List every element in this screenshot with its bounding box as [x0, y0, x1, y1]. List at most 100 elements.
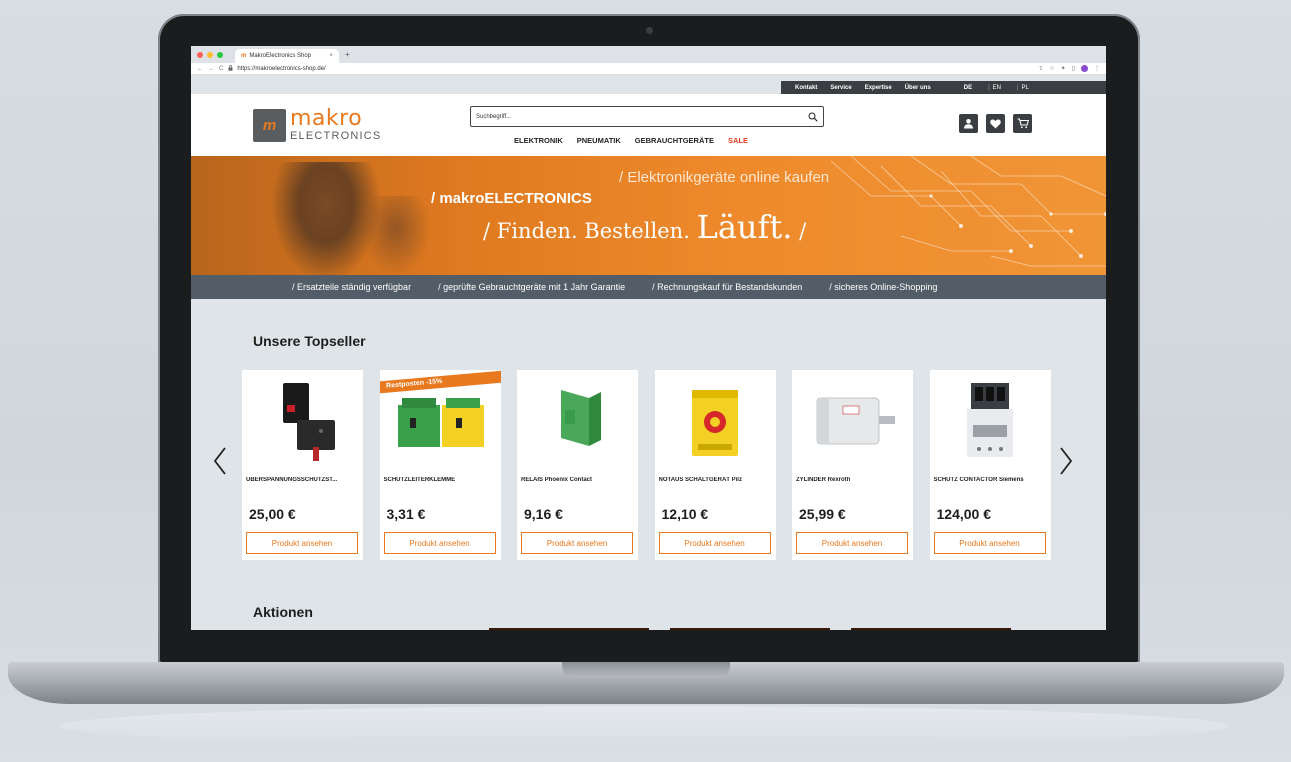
product-card[interactable]: SCHÜTZ CONTACTOR Siemens 124,00 € Produk…	[929, 370, 1051, 560]
view-product-button[interactable]: Produkt ansehen	[246, 532, 358, 554]
contactor-icon	[967, 383, 1013, 457]
product-card[interactable]: Restposten -15% SCHUTZLEITERKLEMME 3,31 …	[379, 370, 501, 560]
bookmark-star-icon[interactable]: ☆	[1049, 65, 1054, 72]
util-link-ueber-uns[interactable]: Über uns	[905, 85, 931, 91]
back-icon[interactable]: ←	[197, 66, 203, 72]
site-header: m makro ELECTRONICS Suchbegriff... ELEKT…	[191, 94, 1106, 156]
search-placeholder: Suchbegriff...	[476, 113, 512, 120]
hero-claim-suffix: /	[799, 219, 807, 243]
browser-menu-icon[interactable]: ⋮	[1094, 65, 1100, 72]
circuit-graphic	[830, 156, 1106, 267]
search-icon[interactable]	[808, 112, 818, 122]
header-actions	[959, 114, 1032, 133]
product-name[interactable]: SCHUTZLEITERKLEMME	[384, 477, 497, 483]
window-minimize-dot[interactable]	[207, 51, 213, 58]
hero-banner[interactable]: / Elektronikgeräte online kaufen / makro…	[191, 156, 1106, 276]
lang-en[interactable]: EN	[993, 85, 1001, 91]
product-name[interactable]: NOTAUS SCHALTGERÄT Pilz	[659, 477, 772, 483]
topseller-title: Unsere Topseller	[253, 333, 366, 349]
url-field[interactable]: https://makroelectronics-shop.de/	[237, 66, 325, 72]
product-price: 12,10 €	[661, 506, 709, 522]
view-product-button[interactable]: Produkt ansehen	[933, 532, 1046, 554]
browser-tab[interactable]: m MakroElectronics Shop ×	[235, 49, 339, 63]
account-icon[interactable]	[959, 114, 978, 133]
nav-pneumatik[interactable]: PNEUMATIK	[577, 136, 621, 145]
share-icon[interactable]: ⇪	[1038, 65, 1043, 72]
promo-tile[interactable]	[489, 628, 649, 630]
hero-claim-big: Läuft.	[696, 208, 793, 246]
laptop-screen: m MakroElectronics Shop × + ← → C https:…	[191, 46, 1106, 630]
util-link-service[interactable]: Service	[830, 85, 851, 91]
util-link-kontakt[interactable]: Kontakt	[795, 85, 817, 91]
language-switcher: DE | EN | PL	[963, 84, 1029, 91]
logo-subline: ELECTRONICS	[290, 130, 382, 142]
hero-brand: / makroELECTRONICS	[431, 190, 592, 207]
product-card[interactable]: ZYLINDER Rexroth 25,99 € Produkt ansehen	[792, 370, 913, 560]
product-image[interactable]: Restposten -15%	[379, 370, 501, 470]
search-input[interactable]: Suchbegriff...	[470, 106, 824, 127]
hero-subline: / Elektronikgeräte online kaufen	[619, 169, 830, 186]
hero-background-person	[361, 196, 431, 276]
profile-avatar[interactable]	[1081, 65, 1088, 72]
forward-icon[interactable]: →	[208, 66, 214, 72]
usp-item: / Rechnungskauf für Bestandskunden	[652, 282, 803, 292]
nav-elektronik[interactable]: ELEKTRONIK	[514, 136, 563, 145]
utility-bar: Kontakt Service Expertise Über uns DE | EN…	[781, 81, 1106, 94]
laptop-reflection	[60, 706, 1230, 746]
site-logo[interactable]: m makro ELECTRONICS	[253, 108, 381, 142]
hero-claim-prefix: / Finden. Bestellen.	[483, 219, 690, 243]
lock-icon	[228, 64, 233, 73]
new-tab-button[interactable]: +	[345, 50, 350, 59]
product-price: 124,00 €	[936, 506, 992, 522]
view-product-button[interactable]: Produkt ansehen	[658, 532, 771, 554]
lang-de[interactable]: DE	[964, 85, 972, 91]
view-product-button[interactable]: Produkt ansehen	[383, 532, 496, 554]
product-name[interactable]: SCHÜTZ CONTACTOR Siemens	[934, 477, 1047, 483]
product-image[interactable]	[517, 370, 638, 470]
view-product-button[interactable]: Produkt ansehen	[796, 532, 908, 554]
product-card[interactable]: ÜBERSPANNUNGSSCHUTZST... 25,00 € Produkt…	[242, 370, 363, 560]
main-navigation: ELEKTRONIK PNEUMATIK GEBRAUCHTGERÄTE SAL…	[514, 136, 748, 145]
safety-relay-icon	[692, 389, 738, 456]
lang-pl[interactable]: PL	[1022, 85, 1029, 91]
promo-tile[interactable]	[670, 628, 830, 630]
usp-item: / geprüfte Gebrauchtgeräte mit 1 Jahr Ga…	[438, 282, 626, 292]
product-image[interactable]	[242, 370, 363, 470]
extensions-icon[interactable]: ✦	[1061, 65, 1066, 72]
product-price: 9,16 €	[524, 506, 563, 522]
aktionen-title: Aktionen	[253, 604, 313, 620]
window-zoom-dot[interactable]	[217, 51, 223, 58]
product-name[interactable]: RELAIS Phoenix Contact	[521, 477, 634, 483]
laptop-notch	[562, 662, 730, 678]
promo-tile[interactable]	[851, 628, 1011, 630]
browser-tabbar: m MakroElectronics Shop × +	[191, 46, 1106, 63]
cylinder-icon	[816, 397, 895, 445]
product-image[interactable]	[930, 370, 1051, 470]
product-card[interactable]: RELAIS Phoenix Contact 9,16 € Produkt an…	[517, 370, 638, 560]
favicon-icon: m	[241, 53, 247, 59]
product-image[interactable]	[792, 370, 913, 470]
cart-icon[interactable]	[1013, 114, 1032, 133]
surge-protector-icon	[282, 383, 335, 461]
carousel-next-arrow-icon[interactable]	[1059, 446, 1073, 476]
product-image[interactable]	[655, 370, 776, 470]
sidebar-icon[interactable]: ▯	[1072, 65, 1075, 72]
util-link-expertise[interactable]: Expertise	[865, 85, 892, 91]
reload-icon[interactable]: C	[219, 66, 223, 72]
product-name[interactable]: ÜBERSPANNUNGSSCHUTZST...	[246, 477, 359, 483]
carousel-prev-arrow-icon[interactable]	[213, 446, 227, 476]
window-close-dot[interactable]	[197, 51, 203, 58]
product-name[interactable]: ZYLINDER Rexroth	[796, 477, 909, 483]
product-card[interactable]: NOTAUS SCHALTGERÄT Pilz 12,10 € Produkt …	[654, 370, 776, 560]
usp-bar: / Ersatzteile ständig verfügbar / geprüf…	[191, 275, 1106, 299]
nav-gebrauchtgeraete[interactable]: GEBRAUCHTGERÄTE	[635, 136, 714, 145]
product-price: 25,99 €	[799, 506, 846, 522]
tab-title: MakroElectronics Shop	[249, 53, 312, 59]
webcam	[646, 27, 653, 34]
terminal-block-icon	[398, 398, 484, 447]
nav-sale[interactable]: SALE	[728, 136, 748, 145]
wishlist-heart-icon[interactable]	[986, 114, 1005, 133]
tab-close-icon[interactable]: ×	[329, 53, 333, 59]
logo-wordmark: makro	[290, 106, 363, 131]
view-product-button[interactable]: Produkt ansehen	[521, 532, 633, 554]
